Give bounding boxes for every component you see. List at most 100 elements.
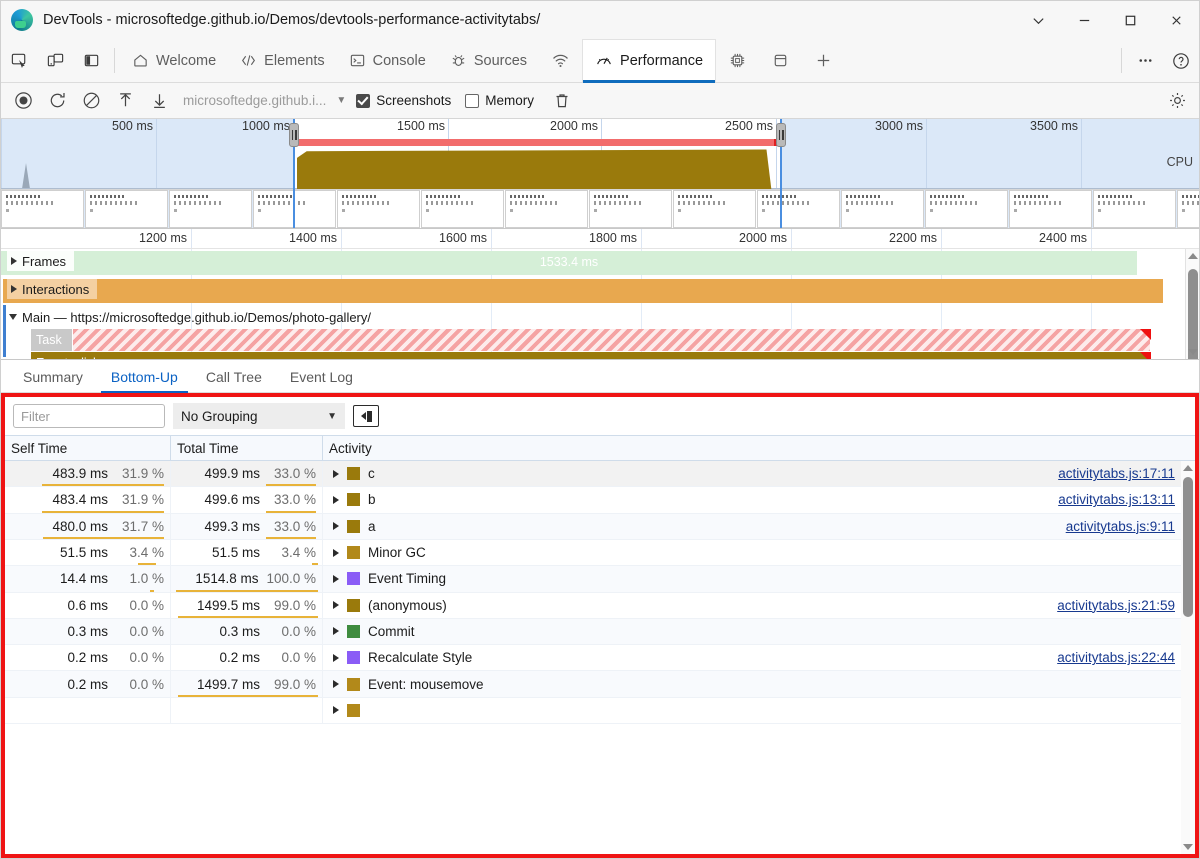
flame-chart[interactable]: 1000 ms 1200 ms 1400 ms 1600 ms 1800 ms … (1, 229, 1199, 361)
table-scrollbar[interactable] (1181, 461, 1195, 854)
timeline-overview[interactable]: 500 ms 1000 ms 1500 ms 2000 ms 2500 ms 3… (1, 119, 1199, 229)
filmstrip-frame[interactable] (421, 190, 504, 228)
expand-triangle-icon[interactable] (333, 653, 339, 662)
tab-network[interactable] (539, 39, 582, 82)
tab-console[interactable]: Console (337, 39, 438, 82)
table-row[interactable]: 483.4 ms 31.9 % 499.6 ms 33.0 % b activi… (5, 487, 1195, 514)
filmstrip-frame[interactable] (169, 190, 252, 228)
flame-bar-event-click[interactable]: Event: click (31, 352, 1151, 360)
gear-icon[interactable] (1161, 86, 1193, 116)
scroll-up-arrow-icon[interactable] (1181, 461, 1195, 475)
inspect-icon[interactable] (1, 39, 37, 82)
expand-triangle-icon[interactable] (333, 495, 339, 504)
scrollbar-thumb[interactable] (1183, 477, 1193, 618)
expand-triangle-icon[interactable] (333, 680, 339, 689)
filmstrip-frame[interactable] (505, 190, 588, 228)
device-toolbar-icon[interactable] (37, 39, 73, 82)
table-row[interactable]: 0.6 ms 0.0 % 1499.5 ms 99.0 % (anonymous… (5, 592, 1195, 619)
window-maximize-button[interactable] (1107, 1, 1153, 39)
column-header-activity[interactable]: Activity (323, 436, 1195, 460)
dock-side-icon[interactable] (73, 39, 109, 82)
filmstrip-frame[interactable] (925, 190, 1008, 228)
source-link[interactable]: activitytabs.js:22:44 (1057, 650, 1175, 665)
more-options-icon[interactable] (1127, 39, 1163, 82)
load-profile-icon[interactable] (109, 86, 141, 116)
selection-left-handle[interactable] (289, 123, 299, 147)
expand-triangle-icon[interactable] (333, 469, 339, 478)
track-header-frames[interactable]: Frames (7, 251, 75, 271)
selection-right-handle[interactable] (776, 123, 786, 147)
filmstrip-frame[interactable] (1009, 190, 1092, 228)
profile-url-selector[interactable]: microsoftedge.github.i... (183, 93, 326, 108)
chevron-down-icon[interactable]: ▼ (336, 95, 346, 106)
help-icon[interactable] (1163, 39, 1199, 82)
filmstrip-frame[interactable] (1177, 190, 1199, 228)
clear-icon[interactable] (75, 86, 107, 116)
source-link[interactable]: activitytabs.js:13:11 (1058, 492, 1175, 507)
expand-triangle-icon[interactable] (333, 548, 339, 557)
scroll-down-arrow-icon[interactable] (1181, 840, 1195, 854)
screenshots-checkbox[interactable]: Screenshots (356, 93, 451, 108)
overview-filmstrip[interactable] (1, 188, 1199, 228)
source-link[interactable]: activitytabs.js:9:11 (1066, 519, 1175, 534)
column-header-self-time[interactable]: Self Time (5, 436, 171, 461)
flame-bar-task-label[interactable]: Task (31, 329, 73, 351)
source-link[interactable]: activitytabs.js:17:11 (1058, 466, 1175, 481)
filmstrip-frame[interactable] (85, 190, 168, 228)
filmstrip-frame[interactable] (589, 190, 672, 228)
tab-bottom-up[interactable]: Bottom-Up (97, 365, 192, 394)
match-selection-icon[interactable] (353, 405, 379, 428)
flame-chart-body[interactable]: 1533.4 ms Frames Interactions Main — htt… (1, 249, 1185, 360)
tab-add-button[interactable] (802, 39, 845, 82)
source-link[interactable]: activitytabs.js:21:59 (1057, 598, 1175, 613)
table-row[interactable]: 480.0 ms 31.7 % 499.3 ms 33.0 % a activi… (5, 513, 1195, 540)
table-row[interactable]: 0.2 ms 0.0 % 1499.7 ms 99.0 % Event: mou… (5, 671, 1195, 698)
memory-checkbox[interactable]: Memory (465, 93, 534, 108)
tab-welcome[interactable]: Welcome (120, 39, 228, 82)
expand-triangle-icon[interactable] (333, 706, 339, 715)
reload-and-record-icon[interactable] (41, 86, 73, 116)
tab-elements[interactable]: Elements (228, 39, 336, 82)
filmstrip-frame[interactable] (841, 190, 924, 228)
filmstrip-frame[interactable] (673, 190, 756, 228)
interactions-band[interactable] (3, 279, 1163, 303)
table-row[interactable]: 14.4 ms 1.0 % 1514.8 ms 100.0 % Event Ti… (5, 566, 1195, 593)
tab-call-tree[interactable]: Call Tree (192, 365, 276, 392)
expand-triangle-icon[interactable] (333, 522, 339, 531)
save-profile-icon[interactable] (143, 86, 175, 116)
window-close-button[interactable] (1153, 1, 1199, 39)
tab-sources[interactable]: Sources (438, 39, 539, 82)
table-row[interactable]: 483.9 ms 31.9 % 499.9 ms 33.0 % c activi… (5, 461, 1195, 488)
window-more-button[interactable] (1015, 1, 1061, 39)
flame-chart-scrollbar[interactable] (1185, 249, 1199, 360)
table-row[interactable]: 0.3 ms 0.0 % 0.3 ms 0.0 % Commit (5, 618, 1195, 646)
frames-band[interactable]: 1533.4 ms (1, 251, 1137, 275)
filmstrip-frame[interactable] (337, 190, 420, 228)
track-header-interactions[interactable]: Interactions (7, 279, 98, 299)
grouping-select[interactable]: No Grouping ▼ (173, 403, 345, 430)
bottom-up-table-body[interactable]: 483.9 ms 31.9 % 499.9 ms 33.0 % c activi… (5, 461, 1195, 854)
table-row[interactable]: 51.5 ms 3.4 % 51.5 ms 3.4 % Minor GC (5, 539, 1195, 567)
table-row-partial[interactable] (5, 697, 1195, 724)
tab-performance[interactable]: Performance (582, 39, 717, 83)
tab-memory[interactable] (716, 39, 759, 82)
expand-triangle-icon[interactable] (333, 601, 339, 610)
scroll-up-arrow-icon[interactable] (1186, 249, 1199, 263)
filmstrip-frame[interactable] (1, 190, 84, 228)
expand-triangle-icon[interactable] (333, 574, 339, 583)
track-header-main[interactable]: Main — https://microsoftedge.github.io/D… (5, 307, 379, 327)
expand-triangle-icon[interactable] (333, 627, 339, 636)
tab-application[interactable] (759, 39, 802, 82)
window-minimize-button[interactable] (1061, 1, 1107, 39)
scroll-down-arrow-icon[interactable] (1186, 345, 1199, 359)
table-row[interactable]: 0.2 ms 0.0 % 0.2 ms 0.0 % Recalculate St… (5, 645, 1195, 672)
record-icon[interactable] (7, 86, 39, 116)
tab-event-log[interactable]: Event Log (276, 365, 367, 392)
filmstrip-frame[interactable] (1093, 190, 1176, 228)
flame-bar-task[interactable] (73, 329, 1151, 351)
column-header-total-time[interactable]: Total Time (171, 436, 323, 461)
trash-icon[interactable] (546, 86, 578, 116)
tab-summary[interactable]: Summary (9, 365, 97, 392)
filter-input[interactable]: Filter (13, 404, 165, 429)
filmstrip-frame[interactable] (757, 190, 840, 228)
